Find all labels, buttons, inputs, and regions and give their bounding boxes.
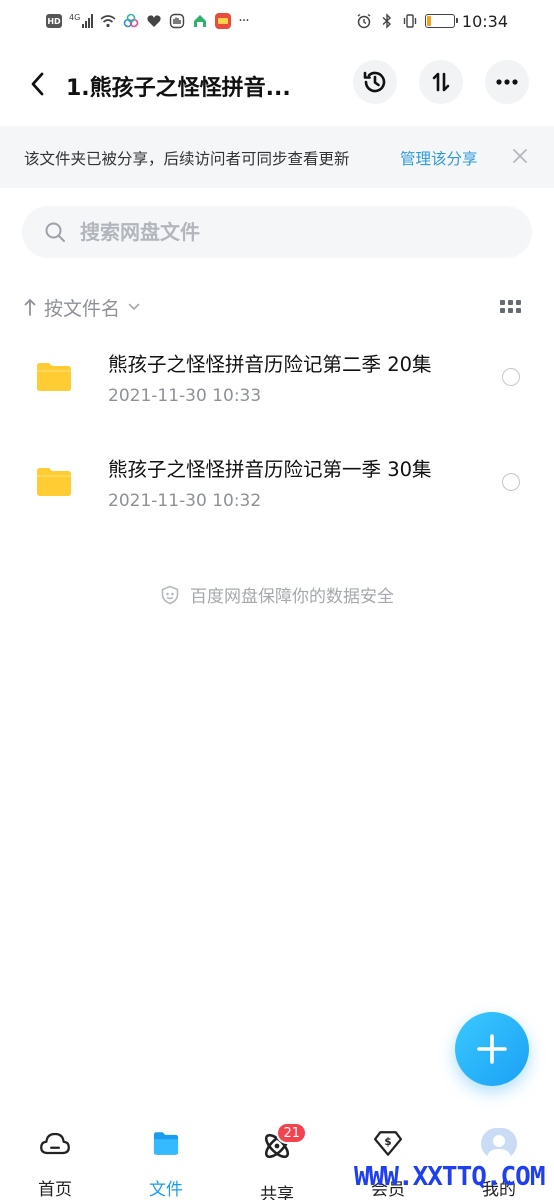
more-button[interactable] — [485, 60, 529, 104]
status-time: 10:34 — [461, 11, 508, 31]
nav-files[interactable]: 文件 — [126, 1128, 206, 1200]
nav-label: 共享 — [260, 1185, 294, 1200]
battery-icon — [424, 14, 458, 28]
avatar-icon — [481, 1128, 517, 1159]
search-icon — [45, 222, 65, 242]
nav-label: 首页 — [38, 1180, 72, 1200]
file-date: 2021-11-30 10:33 — [108, 386, 262, 406]
signal-icon — [82, 14, 94, 28]
more-dots-icon — [496, 79, 518, 85]
history-clock-icon — [363, 71, 386, 93]
file-row[interactable]: 熊孩子之怪怪拼音历险记第一季 30集 2021-11-30 10:32 — [0, 441, 554, 541]
vip-diamond-icon: $ — [373, 1131, 403, 1156]
sort-up-arrow-icon — [24, 299, 36, 316]
battery-fill — [426, 16, 431, 26]
app-cloud-icon — [123, 13, 139, 28]
notice-text: 该文件夹已被分享，后续访问者可同步查看更新 — [24, 150, 350, 168]
status-right: 10:34 — [356, 12, 508, 31]
close-icon — [513, 149, 527, 163]
nav-share[interactable]: 21 共享 — [237, 1122, 317, 1200]
share-icon-wrap: 21 — [259, 1122, 307, 1164]
app-red-icon — [215, 13, 232, 29]
plus-icon — [477, 1034, 507, 1064]
file-name: 熊孩子之怪怪拼音历险记第一季 30集 — [108, 458, 432, 481]
folder-icon — [37, 363, 71, 391]
file-row[interactable]: 熊孩子之怪怪拼音历险记第二季 20集 2021-11-30 10:33 — [0, 336, 554, 436]
status-bar: HD 4G ··· 10:34 — [0, 0, 554, 42]
share-badge: 21 — [276, 1122, 307, 1144]
avatar-person-icon — [487, 1135, 511, 1159]
vibrate-icon — [403, 14, 417, 28]
file-name: 熊孩子之怪怪拼音历险记第二季 20集 — [108, 353, 432, 376]
nav-label: 文件 — [149, 1180, 183, 1200]
health-heart-icon — [147, 15, 161, 27]
home-cloud-icon — [40, 1132, 70, 1155]
notice-close-button[interactable] — [508, 144, 532, 168]
page-title: 1.熊孩子之怪怪拼音... — [66, 76, 291, 101]
sort-label: 按文件名 — [44, 297, 121, 320]
manage-share-link[interactable]: 管理该分享 — [400, 147, 478, 169]
alarm-icon — [357, 13, 371, 29]
add-button[interactable] — [455, 1012, 529, 1086]
svg-text:$: $ — [384, 1136, 391, 1148]
search-input[interactable] — [80, 214, 510, 250]
hd-icon: HD — [46, 14, 62, 28]
chevron-left-icon — [31, 72, 44, 96]
file-select-radio[interactable] — [502, 368, 520, 386]
more-notifications-icon: ··· — [238, 13, 249, 29]
folder-icon — [153, 1132, 179, 1155]
safety-note: 百度网盘保障你的数据安全 — [0, 582, 554, 607]
wifi-icon — [100, 15, 116, 28]
folder-icon — [37, 468, 71, 496]
share-notice: 该文件夹已被分享，后续访问者可同步查看更新 管理该分享 — [0, 126, 554, 188]
watermark: WWW.XXTTQ.COM — [354, 1162, 545, 1192]
bluetooth-icon — [382, 13, 391, 29]
back-button[interactable] — [22, 66, 52, 102]
file-date: 2021-11-30 10:32 — [108, 491, 262, 511]
chevron-down-icon — [128, 303, 140, 311]
sort-arrows-icon — [432, 72, 450, 92]
hand-icon — [170, 13, 185, 29]
safety-text: 百度网盘保障你的数据安全 — [190, 587, 394, 607]
network-label: 4G — [69, 13, 81, 22]
search-bar[interactable] — [22, 206, 532, 258]
header: 1.熊孩子之怪怪拼音... — [0, 52, 554, 116]
file-select-radio[interactable] — [502, 473, 520, 491]
app-house-icon — [194, 15, 207, 27]
status-left: HD 4G ··· — [46, 13, 250, 29]
sort-button[interactable] — [419, 60, 463, 104]
shield-icon — [161, 585, 179, 604]
nav-home[interactable]: 首页 — [15, 1128, 95, 1200]
history-button[interactable] — [353, 60, 397, 104]
grid-view-button[interactable] — [500, 300, 522, 316]
sort-selector[interactable]: 按文件名 — [24, 292, 140, 322]
